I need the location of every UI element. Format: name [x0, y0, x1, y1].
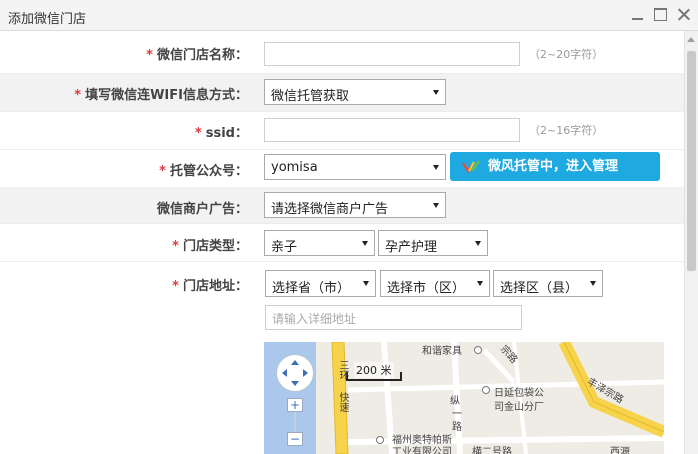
required-mark: *	[74, 88, 82, 103]
dropdown-arrow-icon	[363, 281, 369, 286]
dropdown-arrow-icon	[433, 90, 439, 95]
row-store-name: * 微信门店名称： （2~20字符）	[0, 31, 684, 74]
row-merchant-ad: 微信商户广告： 请选择微信商户广告	[0, 187, 684, 224]
district-select[interactable]: 选择区（县）	[493, 270, 603, 297]
zoom-out-button[interactable]: −	[287, 432, 303, 446]
required-mark: *	[172, 239, 179, 254]
minimize-icon[interactable]	[631, 8, 644, 21]
map-label: 横二号路	[472, 447, 512, 454]
merchant-ad-label: 微信商户广告：	[156, 202, 248, 217]
map-road	[381, 342, 395, 454]
zoom-in-button[interactable]: +	[287, 398, 303, 412]
province-selected: 选择省（市）	[272, 281, 351, 296]
maximize-icon[interactable]	[654, 8, 667, 21]
dropdown-arrow-icon	[475, 241, 481, 246]
province-select[interactable]: 选择省（市）	[265, 270, 376, 297]
scroll-up-arrow-icon[interactable]	[687, 37, 695, 42]
store-name-label: * 微信门店名称：	[146, 44, 248, 63]
pan-arrows-icon	[282, 360, 308, 386]
store-type-primary-select[interactable]: 亲子	[264, 230, 375, 256]
vertical-scrollbar[interactable]	[684, 31, 698, 454]
detail-address-input[interactable]: 请输入详细地址	[265, 305, 522, 330]
row-ssid: * ssid： （2~16字符）	[0, 112, 684, 150]
district-selected: 选择区（县）	[500, 281, 579, 296]
required-mark: *	[172, 279, 179, 294]
store-name-hint: （2~20字符）	[529, 48, 604, 61]
wifi-method-selected: 微信托管获取	[271, 89, 350, 104]
dropdown-arrow-icon	[477, 281, 483, 286]
map-poi-icon	[474, 346, 482, 354]
close-icon[interactable]	[677, 8, 690, 21]
row-wifi-method: * 填写微信连WIFI信息方式： 微信托管获取	[0, 74, 684, 112]
store-type-secondary-select[interactable]: 孕产护理	[378, 230, 488, 256]
public-account-selected: yomisa	[271, 160, 318, 175]
map-scale-label: 200 米	[354, 362, 394, 378]
zoom-slider[interactable]	[294, 412, 296, 432]
public-account-label-text: 托管公众号：	[169, 164, 248, 179]
weifeng-logo-icon	[462, 160, 480, 174]
wifi-method-label: * 填写微信连WIFI信息方式：	[74, 84, 248, 103]
dialog-titlebar: 添加微信门店	[0, 0, 698, 31]
scroll-thumb[interactable]	[687, 51, 696, 271]
enter-management-label: 微风托管中，进入管理	[488, 159, 619, 174]
store-address-label-text: 门店地址：	[182, 279, 248, 294]
ssid-hint: （2~16字符）	[529, 124, 604, 137]
merchant-ad-selected: 请选择微信商户广告	[271, 202, 389, 217]
city-selected: 选择市（区）	[387, 281, 466, 296]
dropdown-arrow-icon	[433, 165, 439, 170]
store-type-secondary-selected: 孕产护理	[385, 240, 438, 255]
ssid-label-text: ssid：	[205, 126, 248, 141]
dropdown-arrow-icon	[590, 281, 596, 286]
row-store-type: * 门店类型： 亲子 孕产护理	[0, 224, 684, 262]
ssid-input[interactable]	[264, 118, 520, 142]
required-mark: *	[159, 164, 166, 179]
store-type-label-text: 门店类型：	[182, 239, 248, 254]
map-label: 和谐家具	[422, 346, 462, 357]
merchant-ad-select[interactable]: 请选择微信商户广告	[264, 192, 446, 218]
dropdown-arrow-icon	[362, 241, 368, 246]
store-name-input[interactable]	[264, 42, 520, 66]
map-label: 工业有限公司	[392, 447, 452, 454]
map-label: 西源	[610, 447, 630, 454]
store-type-primary-selected: 亲子	[271, 240, 298, 255]
map-label: 日延包袋公	[494, 388, 544, 399]
required-mark: *	[194, 126, 202, 141]
ssid-label: * ssid：	[195, 122, 248, 141]
map-poi-icon	[376, 436, 384, 444]
map-label: 路	[452, 422, 462, 433]
dropdown-arrow-icon	[433, 203, 439, 208]
map-label: 司金山分厂	[494, 402, 544, 413]
required-mark: *	[146, 48, 153, 63]
enter-management-button[interactable]: 微风托管中，进入管理	[450, 152, 660, 181]
wifi-method-select[interactable]: 微信托管获取	[264, 79, 446, 105]
wifi-method-label-text: 填写微信连WIFI信息方式：	[85, 88, 248, 103]
map-poi-icon	[482, 386, 490, 394]
public-account-label: * 托管公众号：	[159, 160, 248, 179]
store-name-label-text: 微信门店名称：	[156, 48, 248, 63]
map-pan-control[interactable]	[276, 354, 314, 392]
map-view[interactable]: 200 米 和谐家具 三环 快速 纵 一 路 日延包袋公 司金山分厂 福州奥特帕…	[264, 342, 664, 454]
map-roads	[264, 342, 664, 454]
dialog-title: 添加微信门店	[8, 12, 87, 27]
map-label: 三环	[337, 360, 348, 380]
store-address-label: * 门店地址：	[172, 275, 248, 294]
city-select[interactable]: 选择市（区）	[380, 270, 490, 297]
public-account-select[interactable]: yomisa	[264, 154, 446, 180]
store-type-label: * 门店类型：	[172, 235, 248, 254]
map-label: 快速	[337, 392, 348, 412]
